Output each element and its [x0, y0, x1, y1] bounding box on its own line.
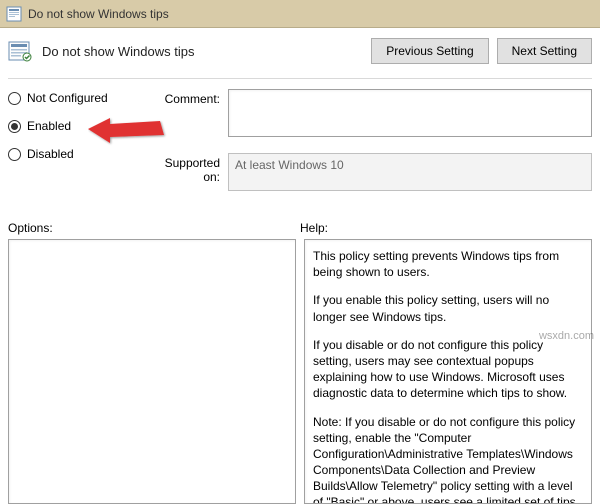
options-label: Options:: [8, 221, 300, 235]
help-paragraph: If you enable this policy setting, users…: [313, 292, 583, 324]
radio-icon: [8, 120, 21, 133]
radio-label: Enabled: [27, 119, 71, 133]
fields: Comment: Supported on: At least Windows …: [148, 89, 592, 207]
supported-row: Supported on: At least Windows 10: [148, 153, 592, 191]
titlebar: Do not show Windows tips: [0, 0, 600, 28]
policy-icon: [8, 39, 32, 63]
nav-buttons: Previous Setting Next Setting: [371, 38, 592, 64]
radio-label: Disabled: [27, 147, 74, 161]
help-label: Help:: [300, 221, 328, 235]
help-paragraph: This policy setting prevents Windows tip…: [313, 248, 583, 280]
policy-name: Do not show Windows tips: [42, 44, 361, 59]
help-paragraph: Note: If you disable or do not configure…: [313, 414, 583, 504]
radio-enabled[interactable]: Enabled: [8, 119, 148, 133]
comment-row: Comment:: [148, 89, 592, 137]
options-panel: [8, 239, 296, 504]
window-title: Do not show Windows tips: [28, 7, 169, 21]
header: Do not show Windows tips Previous Settin…: [0, 28, 600, 78]
radio-group: Not Configured Enabled Disabled: [8, 89, 148, 207]
config-area: Not Configured Enabled Disabled Comment:…: [0, 79, 600, 207]
radio-disabled[interactable]: Disabled: [8, 147, 148, 161]
policy-window-icon: [6, 6, 22, 22]
supported-value: At least Windows 10: [228, 153, 592, 191]
help-panel: This policy setting prevents Windows tip…: [304, 239, 592, 504]
previous-setting-button[interactable]: Previous Setting: [371, 38, 488, 64]
next-setting-button[interactable]: Next Setting: [497, 38, 592, 64]
radio-icon: [8, 148, 21, 161]
comment-input[interactable]: [228, 89, 592, 137]
lower-labels: Options: Help:: [0, 207, 600, 239]
radio-label: Not Configured: [27, 91, 108, 105]
supported-label: Supported on:: [148, 153, 228, 184]
radio-icon: [8, 92, 21, 105]
radio-not-configured[interactable]: Not Configured: [8, 91, 148, 105]
comment-label: Comment:: [148, 89, 228, 106]
help-paragraph: If you disable or do not configure this …: [313, 337, 583, 402]
panels: This policy setting prevents Windows tip…: [0, 239, 600, 504]
